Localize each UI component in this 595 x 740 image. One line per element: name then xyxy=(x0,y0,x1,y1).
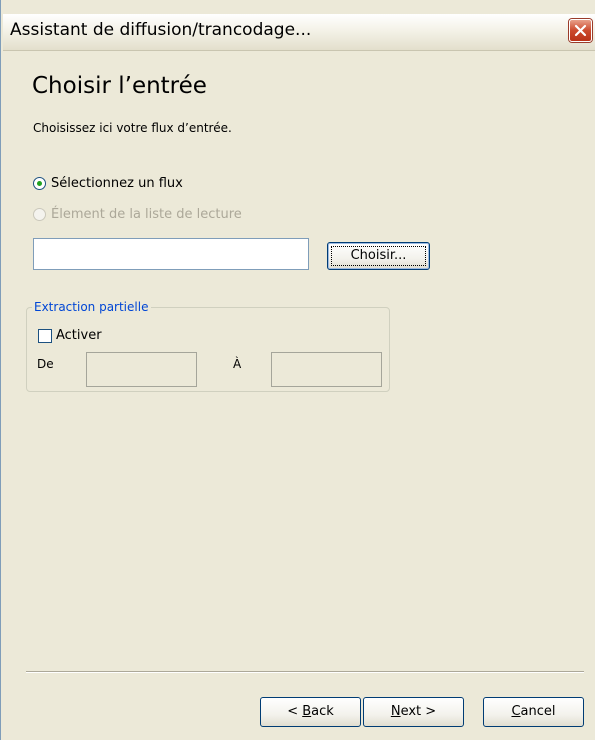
cancel-button[interactable]: Cancel xyxy=(483,697,584,727)
close-button[interactable] xyxy=(569,19,592,42)
next-button-mnemonic: N xyxy=(390,704,401,719)
from-field xyxy=(86,352,197,387)
page-title: Choisir l’entrée xyxy=(32,73,207,99)
footer-separator xyxy=(26,671,584,673)
back-button-prefix: < xyxy=(287,704,303,719)
next-button[interactable]: Next > xyxy=(363,697,464,727)
radio-selected-dot xyxy=(37,181,42,186)
radio-button-icon[interactable] xyxy=(33,177,46,190)
wizard-window: Assistant de diffusion/trancodage... Cho… xyxy=(0,0,595,740)
to-field xyxy=(271,352,382,387)
from-label: De xyxy=(37,357,54,371)
wizard-content xyxy=(3,51,595,740)
back-button-label: ack xyxy=(311,704,334,719)
radio-button-icon xyxy=(33,208,46,221)
radio-playlist-item-label: Élement de la liste de lecture xyxy=(51,207,242,222)
stream-input[interactable] xyxy=(33,238,309,270)
page-description: Choisissez ici votre flux d’entrée. xyxy=(33,121,232,135)
focus-rectangle xyxy=(331,246,426,266)
window-title: Assistant de diffusion/trancodage... xyxy=(10,20,312,40)
back-button[interactable]: < Back xyxy=(260,697,361,727)
cancel-button-label: ancel xyxy=(520,704,556,719)
choose-button[interactable]: Choisir... xyxy=(327,242,430,270)
title-bar[interactable]: Assistant de diffusion/trancodage... xyxy=(3,14,595,51)
to-label: À xyxy=(233,357,242,371)
partial-extraction-legend: Extraction partielle xyxy=(32,300,152,314)
close-icon xyxy=(574,24,587,37)
back-button-mnemonic: B xyxy=(302,704,312,719)
enable-checkbox-label[interactable]: Activer xyxy=(56,328,102,343)
cancel-button-mnemonic: C xyxy=(511,704,521,719)
radio-select-stream-label: Sélectionnez un flux xyxy=(51,176,183,191)
enable-checkbox[interactable] xyxy=(38,329,52,343)
next-button-label: ext > xyxy=(400,704,437,719)
